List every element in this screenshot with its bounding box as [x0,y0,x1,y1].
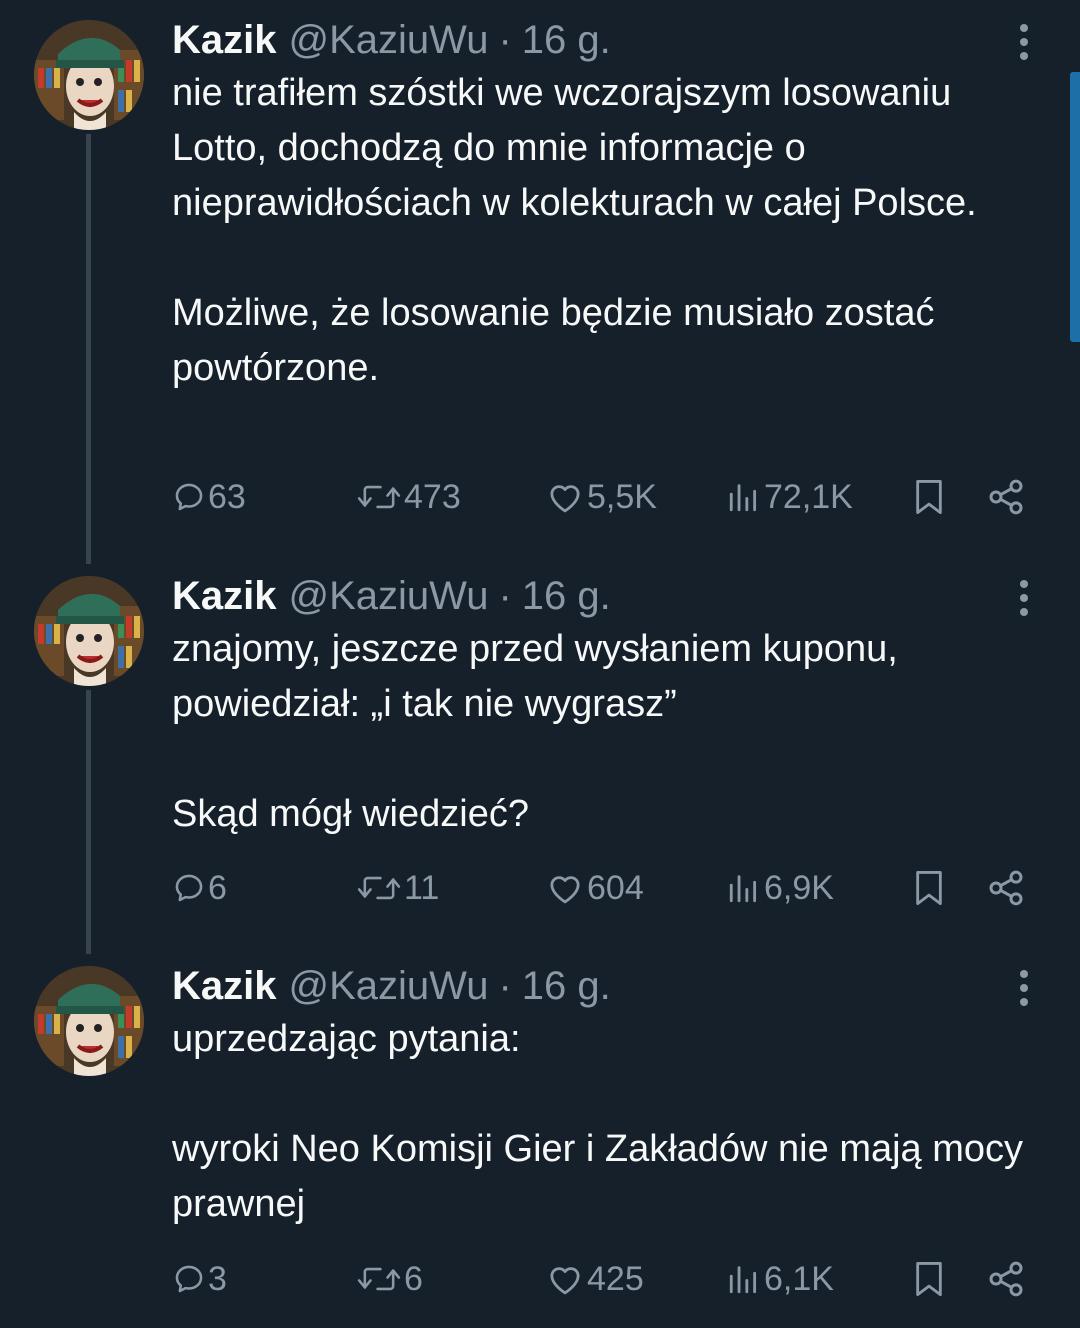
display-name[interactable]: Kazik [172,964,277,1009]
user-handle[interactable]: @KaziuWu [289,574,489,619]
display-name[interactable]: Kazik [172,574,277,619]
avatar-illustration-icon [34,966,144,1076]
view-count: 6,9K [764,868,834,907]
timestamp[interactable]: 16 g. [522,18,611,63]
heart-icon [550,485,580,513]
avatar-illustration-icon [34,20,144,130]
share-icon [989,479,1023,515]
share-icon [989,1261,1023,1297]
speech-bubble-icon [175,1265,203,1293]
views-button[interactable]: 72,1K [726,472,853,522]
tweet-paragraph: wyroki Neo Komisji Gier i Zakładów nie m… [172,1128,1024,1225]
action-bar: 63 473 5,5K 72,1K [0,472,1080,522]
like-button[interactable]: 425 [545,1254,644,1304]
share-button[interactable] [986,472,1026,522]
bookmark-icon [916,1262,942,1297]
like-count: 425 [587,1259,644,1298]
tweet-text: uprzedzając pytania: wyroki Neo Komisji … [172,1012,1052,1232]
tweet-paragraph: nie trafiłem szóstki we wczorajszym loso… [172,72,977,224]
repost-arrows-icon [357,1267,401,1291]
separator-dot: · [498,573,512,618]
tweet-header: Kazik @KaziuWu · 16 g. [172,572,611,620]
bookmark-icon [916,480,942,514]
share-button[interactable] [986,863,1026,913]
bookmark-button[interactable] [912,863,946,913]
heart-icon [550,876,580,904]
repost-button[interactable]: 11 [356,863,439,913]
tweet-paragraph: Możliwe, że losowanie będzie musiało zos… [172,292,935,389]
scrollbar[interactable] [1070,72,1080,342]
repost-arrows-icon [357,876,401,900]
repost-count: 6 [404,1259,423,1298]
more-options-button[interactable] [1004,576,1044,620]
bookmark-icon [916,871,942,905]
like-button[interactable]: 604 [545,863,644,913]
views-button[interactable]: 6,9K [726,863,834,913]
bookmark-button[interactable] [912,1254,946,1304]
speech-bubble-icon [175,483,203,511]
reply-count: 63 [208,477,246,516]
user-handle[interactable]: @KaziuWu [289,18,489,63]
bookmark-button[interactable] [912,472,946,522]
view-count: 6,1K [764,1259,834,1298]
tweet-text: nie trafiłem szóstki we wczorajszym loso… [172,66,1052,396]
speech-bubble-icon [175,874,203,902]
view-count: 72,1K [764,477,853,516]
action-bar: 6 11 604 6,9K [0,863,1080,913]
heart-icon [550,1267,580,1295]
share-button[interactable] [986,1254,1026,1304]
vertical-dots-icon [1020,24,1028,60]
avatar-illustration-icon [34,576,144,686]
repost-button[interactable]: 6 [356,1254,423,1304]
more-options-button[interactable] [1004,966,1044,1010]
tweet-header: Kazik @KaziuWu · 16 g. [172,16,611,64]
action-bar: 3 6 425 6,1K [0,1254,1080,1304]
timestamp[interactable]: 16 g. [522,574,611,619]
separator-dot: · [498,963,512,1008]
repost-count: 473 [404,477,461,516]
reply-button[interactable]: 3 [172,1254,227,1304]
tweet-text: znajomy, jeszcze przed wysłaniem kuponu,… [172,622,1052,842]
tweet-paragraph: uprzedzając pytania: [172,1018,521,1060]
like-button[interactable]: 5,5K [545,472,657,522]
bar-chart-icon [729,875,757,903]
vertical-dots-icon [1020,970,1028,1006]
tweet-paragraph: Skąd mógł wiedzieć? [172,793,529,835]
share-icon [989,870,1023,906]
display-name[interactable]: Kazik [172,18,277,63]
vertical-dots-icon [1020,580,1028,616]
bar-chart-icon [729,1266,757,1294]
avatar[interactable] [34,966,144,1076]
reply-count: 3 [208,1259,227,1298]
reply-count: 6 [208,868,227,907]
bar-chart-icon [729,484,757,512]
like-count: 604 [587,868,644,907]
like-count: 5,5K [587,477,657,516]
repost-button[interactable]: 473 [356,472,461,522]
timestamp[interactable]: 16 g. [522,964,611,1009]
tweet-header: Kazik @KaziuWu · 16 g. [172,962,611,1010]
repost-arrows-icon [357,485,401,509]
avatar[interactable] [34,576,144,686]
user-handle[interactable]: @KaziuWu [289,964,489,1009]
avatar[interactable] [34,20,144,130]
more-options-button[interactable] [1004,20,1044,64]
tweet-paragraph: znajomy, jeszcze przed wysłaniem kuponu,… [172,628,898,725]
thread-connector [86,690,91,954]
views-button[interactable]: 6,1K [726,1254,834,1304]
separator-dot: · [498,17,512,62]
reply-button[interactable]: 6 [172,863,227,913]
reply-button[interactable]: 63 [172,472,246,522]
repost-count: 11 [404,868,440,907]
